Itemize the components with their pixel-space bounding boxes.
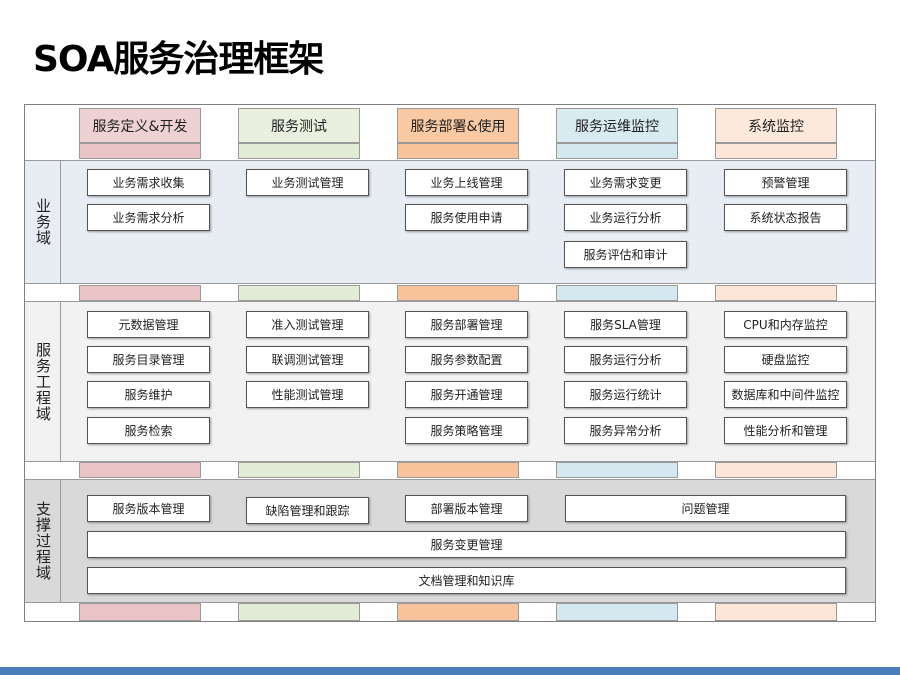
column-strip [397, 285, 519, 301]
column-strip [238, 285, 360, 301]
engineering-domain-band: 服务工程域 元数据管理 服务目录管理 服务维护 服务检索 准入测试管理 联调测试… [25, 301, 875, 462]
column-strip [556, 285, 678, 301]
column-header-ops: 服务运维监控 [556, 108, 678, 143]
column-header-deploy: 服务部署&使用 [397, 108, 519, 143]
column-strip [715, 143, 837, 159]
domain-item: 性能测试管理 [246, 381, 369, 408]
column-strip [238, 462, 360, 478]
column-strip [79, 462, 201, 478]
domain-item: 硬盘监控 [724, 346, 847, 373]
column-strip [556, 143, 678, 159]
domain-item: 服务版本管理 [87, 495, 210, 522]
column-header-test: 服务测试 [238, 108, 360, 143]
domain-item: 缺陷管理和跟踪 [246, 497, 369, 524]
domain-item: 业务需求分析 [87, 204, 210, 231]
domain-item: 文档管理和知识库 [87, 567, 846, 594]
business-domain-label: 业务域 [25, 161, 61, 283]
domain-item: 服务评估和审计 [564, 241, 687, 268]
domain-item: 业务运行分析 [564, 204, 687, 231]
framework-diagram: 服务定义&开发 服务测试 服务部署&使用 服务运维监控 系统监控 业务域 业务需… [24, 104, 876, 622]
domain-item: 服务运行统计 [564, 381, 687, 408]
support-domain-band: 支撑过程域 服务版本管理 缺陷管理和跟踪 部署版本管理 问题管理 服务变更管理 … [25, 479, 875, 603]
domain-item: 服务目录管理 [87, 346, 210, 373]
domain-item: 业务需求收集 [87, 169, 210, 196]
domain-item: 数据库和中间件监控 [724, 381, 847, 408]
domain-item: 预警管理 [724, 169, 847, 196]
domain-item: 性能分析和管理 [724, 417, 847, 444]
column-strip [238, 143, 360, 159]
slide-title: SOA服务治理框架 [33, 39, 324, 80]
engineering-domain-label: 服务工程域 [25, 302, 61, 461]
domain-item: 服务SLA管理 [564, 311, 687, 338]
domain-item: 服务使用申请 [405, 204, 528, 231]
column-strip [397, 603, 519, 621]
domain-item: 系统状态报告 [724, 204, 847, 231]
domain-item: 部署版本管理 [405, 495, 528, 522]
domain-item: 服务策略管理 [405, 417, 528, 444]
domain-item: 服务异常分析 [564, 417, 687, 444]
column-strip [79, 143, 201, 159]
column-strip [715, 603, 837, 621]
column-strip [715, 285, 837, 301]
domain-item: 服务运行分析 [564, 346, 687, 373]
column-header-dev: 服务定义&开发 [79, 108, 201, 143]
column-strip [556, 603, 678, 621]
domain-item: CPU和内存监控 [724, 311, 847, 338]
column-strip [556, 462, 678, 478]
column-strip [397, 143, 519, 159]
column-strip [397, 462, 519, 478]
domain-item: 业务上线管理 [405, 169, 528, 196]
domain-item: 准入测试管理 [246, 311, 369, 338]
domain-item: 服务检索 [87, 417, 210, 444]
column-strip [715, 462, 837, 478]
domain-item: 服务变更管理 [87, 531, 846, 558]
domain-item: 联调测试管理 [246, 346, 369, 373]
domain-item: 业务测试管理 [246, 169, 369, 196]
domain-item: 问题管理 [565, 495, 846, 522]
domain-item: 服务开通管理 [405, 381, 528, 408]
domain-item: 服务维护 [87, 381, 210, 408]
column-strip [79, 603, 201, 621]
column-strip [238, 603, 360, 621]
column-header-sysmon: 系统监控 [715, 108, 837, 143]
business-domain-band: 业务域 业务需求收集 业务需求分析 业务测试管理 业务上线管理 服务使用申请 业… [25, 160, 875, 284]
footer-bar [0, 667, 900, 675]
domain-item: 元数据管理 [87, 311, 210, 338]
column-strip [79, 285, 201, 301]
support-domain-label: 支撑过程域 [25, 480, 61, 602]
domain-item: 业务需求变更 [564, 169, 687, 196]
domain-item: 服务参数配置 [405, 346, 528, 373]
domain-item: 服务部署管理 [405, 311, 528, 338]
